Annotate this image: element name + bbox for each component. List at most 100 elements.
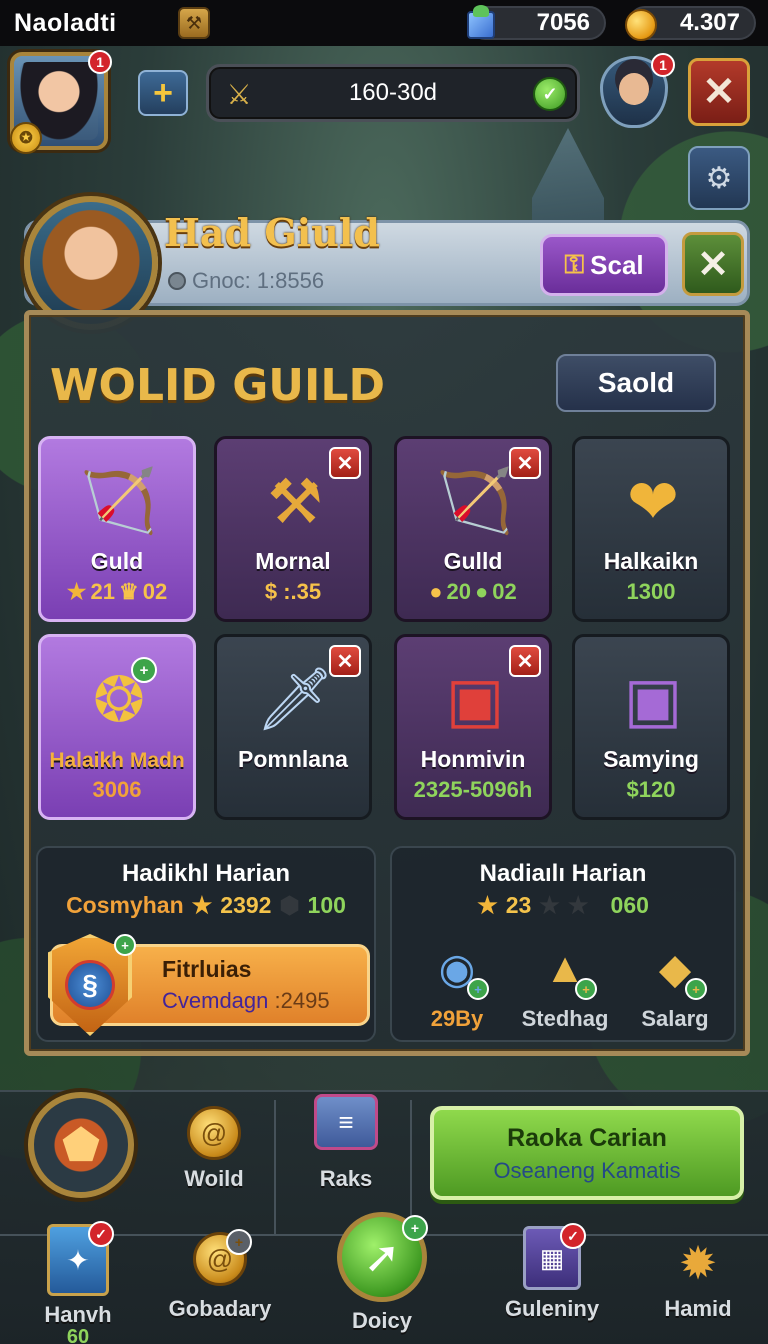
nav-hanvh[interactable]: ✦ ✓ Hanvh 60	[38, 1221, 118, 1344]
scroll-icon: ≡	[314, 1094, 378, 1150]
gems-value: 7056	[536, 9, 590, 36]
tile-stats: $120	[627, 777, 676, 803]
scal-button[interactable]: ⚿ Scal	[540, 234, 668, 296]
tile-stat-a: 1300	[626, 579, 676, 604]
calendar-grid-icon: ▦ ✓	[523, 1223, 586, 1290]
tile-stats: 1300	[627, 579, 676, 605]
banner-close-button[interactable]: ✕	[682, 232, 744, 296]
nav-woild[interactable]: @ Woild	[176, 1106, 252, 1192]
gold-nugget-icon: ●	[429, 579, 443, 604]
gold-gear-icon: ✹	[678, 1237, 718, 1289]
green-orb-icon: ●	[475, 579, 489, 604]
nav-guleniny[interactable]: ▦ ✓ Guleniny	[504, 1223, 600, 1322]
item-tile-mornal[interactable]: ✕ ⚒ Mornal $ :.35	[214, 436, 372, 622]
guild-subtitle: Gnoc: 1:8556	[168, 268, 324, 294]
tile-stats: 2325-5096h	[414, 777, 533, 803]
purple-chest-icon: ▣	[623, 665, 683, 735]
nav-label: Woild	[184, 1166, 244, 1191]
nav-raks[interactable]: ≡ Raks	[308, 1094, 384, 1192]
nav-sub-value: 60	[66, 1326, 90, 1344]
right-harian-stats: ★ 23 ★ ★ 060	[392, 892, 734, 919]
key-icon: ⚿	[564, 249, 585, 279]
nav-divider	[274, 1100, 276, 1234]
tile-stat-a: 2325-5096h	[413, 777, 533, 802]
left-stars-value: 2392	[220, 892, 272, 918]
add-button[interactable]: +	[138, 70, 188, 116]
friend-avatar[interactable]: 1	[600, 53, 675, 128]
add-icon: +	[467, 978, 489, 1000]
plus-badge-icon: +	[226, 1229, 252, 1255]
item-tile-halkaikn[interactable]: ❤ Halkaikn 1300	[572, 436, 730, 622]
nav-label: Raks	[319, 1166, 373, 1191]
hammer-icon: ⚒	[267, 467, 323, 537]
tile-stat-b: 02	[142, 579, 168, 604]
reward-label: 29By	[430, 1006, 484, 1031]
panel-title: WOLID GUILD	[50, 360, 385, 411]
level-icon: ✪	[10, 122, 42, 154]
sword-go-icon[interactable]: ✓	[533, 77, 567, 111]
dagger-icon: 🗡	[255, 664, 335, 734]
tile-stat-a: 20	[446, 579, 471, 604]
tile-name: Guld	[90, 548, 144, 574]
tile-stats: ● 20 ● 02	[429, 579, 517, 605]
guild-name: Had Giuld	[164, 210, 380, 255]
item-tile-gulld[interactable]: ✕ 🏹 Gulld ● 20 ● 02	[394, 436, 552, 622]
fitrluias-subtitle: Cvemdagn :2495	[162, 988, 330, 1014]
left-harian-stats: Cosmyhan ★ 2392 ⬢ 100	[38, 892, 374, 919]
dark-gem-icon: ⬢	[279, 892, 300, 918]
nav-doicy[interactable]: ➚ + Doicy	[336, 1212, 428, 1334]
tile-name: Halaikh Madn	[49, 749, 185, 772]
reward-label: Stedhag	[521, 1006, 609, 1031]
scal-label: Scal	[590, 249, 644, 280]
nav-gobadary[interactable]: @ + Gobadary	[169, 1229, 271, 1322]
reward-item[interactable]: ◉ + 29By	[412, 940, 502, 1036]
home-nav[interactable]: ⬟	[28, 1092, 134, 1198]
item-tile-guld[interactable]: 🏹 Guld ★ 21 ♛ 02	[38, 436, 196, 622]
friend-notification-badge: 1	[651, 53, 675, 77]
item-tile-honmivin[interactable]: ✕ ▣ Honmivin 2325-5096h	[394, 634, 552, 820]
tile-name: Samying	[603, 746, 699, 772]
compass-icon: ◉ +	[429, 940, 489, 1000]
crown-icon: ♛	[119, 579, 139, 604]
add-icon: +	[575, 978, 597, 1000]
tile-stats: $ :.35	[265, 579, 321, 605]
item-tile-samying[interactable]: ▣ Samying $120	[572, 634, 730, 820]
spellbook-icon: ✦ ✓	[47, 1221, 114, 1296]
right-stars-value: 23	[505, 892, 532, 918]
gold-crystal-icon: ▲ +	[537, 940, 597, 1000]
reward-label: Salarg	[641, 1006, 709, 1031]
nav-label: Guleniny	[504, 1296, 600, 1321]
reward-item[interactable]: ▲ + Stedhag	[520, 940, 610, 1036]
gems-counter[interactable]: 7056	[467, 5, 606, 40]
add-icon[interactable]: +	[114, 934, 136, 956]
nav-label: Hamid	[664, 1296, 732, 1321]
raka-title: Raoka Carian	[507, 1124, 667, 1152]
settings-icon[interactable]: ⚙	[688, 146, 750, 210]
saold-button[interactable]: Saold	[556, 354, 716, 412]
check-badge-icon: ✓	[88, 1221, 114, 1247]
close-button[interactable]: ✕	[688, 58, 750, 126]
add-icon: +	[402, 1215, 428, 1241]
tile-name: Halkaikn	[603, 548, 699, 574]
item-tile-pomnlana[interactable]: ✕ 🗡 Pomnlana	[214, 634, 372, 820]
search-bar[interactable]: ⚔ 160-30d ✓	[206, 64, 580, 122]
tile-stats: ★ 21 ♛ 02	[67, 579, 167, 605]
search-value: 160-30d	[348, 79, 438, 106]
dim-star-icon: ★	[567, 892, 589, 918]
star-icon: ★	[66, 579, 87, 604]
nav-label: Gobadary	[168, 1296, 272, 1321]
tile-name: Honmivin	[420, 746, 526, 772]
nav-hamid[interactable]: ✹ Hamid	[660, 1236, 736, 1322]
raka-carian-button[interactable]: Raoka Carian Oseaneng Kamatis	[430, 1106, 744, 1200]
gold-shard-icon: ◆ +	[647, 940, 707, 1000]
gem-icon	[462, 5, 500, 44]
hammer-icon[interactable]: ⚒	[178, 7, 210, 39]
friend-face	[619, 73, 649, 105]
gold-counter[interactable]: 4.307	[625, 6, 756, 41]
ring-emblem-icon: ❂	[93, 665, 145, 735]
add-icon: +	[685, 978, 707, 1000]
fitrluias-sub-label: Cvemdagn	[162, 988, 269, 1013]
item-tile-halaikh-madn[interactable]: + ❂ Halaikh Madn 3006	[38, 634, 196, 820]
reward-item[interactable]: ◆ + Salarg	[630, 940, 720, 1036]
player-avatar[interactable]: 1 ✪	[10, 50, 112, 154]
